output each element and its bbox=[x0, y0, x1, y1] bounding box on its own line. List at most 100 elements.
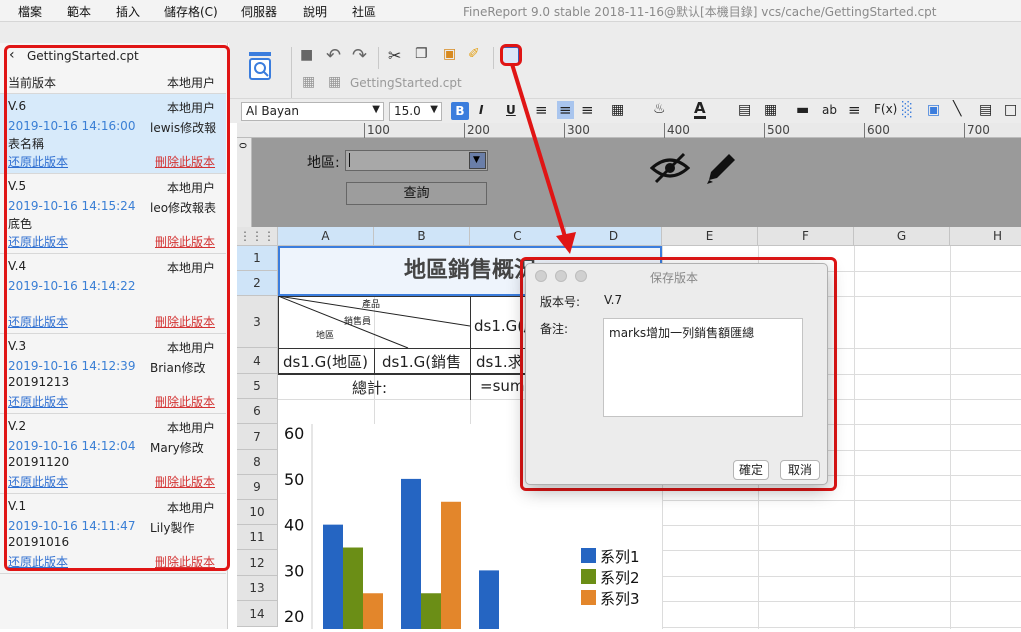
column-header[interactable]: E bbox=[662, 227, 758, 246]
cell-a4[interactable]: ds1.G(地區) bbox=[283, 351, 368, 372]
preview-icon[interactable] bbox=[248, 51, 274, 85]
rich-text-icon[interactable]: ≡ bbox=[848, 101, 861, 119]
ruler-mark: 100 bbox=[367, 123, 390, 137]
row-header[interactable]: 14 bbox=[237, 601, 278, 627]
bar-系列1-3 bbox=[479, 570, 499, 629]
redo-icon[interactable]: ↷ bbox=[352, 45, 367, 66]
insert-row-icon[interactable]: ▬ bbox=[796, 102, 809, 118]
row-header[interactable]: 11 bbox=[237, 525, 278, 550]
row-header[interactable]: 8 bbox=[237, 450, 278, 475]
table-icon[interactable]: ▦ bbox=[764, 102, 777, 118]
diagonal-header-cell[interactable]: 產品 銷售員 地區 bbox=[278, 296, 470, 348]
vertical-ruler-zero: 0 bbox=[236, 142, 248, 149]
diag-product-label: 產品 bbox=[362, 300, 381, 310]
column-header[interactable]: G bbox=[854, 227, 950, 246]
row-header[interactable]: 6 bbox=[237, 399, 278, 424]
row-header[interactable]: 13 bbox=[237, 576, 278, 601]
row-header[interactable]: 2 bbox=[237, 271, 278, 296]
text-cell-icon[interactable]: ab bbox=[822, 103, 837, 117]
ruler-mark: 200 bbox=[467, 123, 490, 137]
menu-insert[interactable]: 插入 bbox=[116, 3, 140, 20]
minimize-window-icon[interactable] bbox=[555, 270, 567, 282]
edit-pencil-icon[interactable] bbox=[703, 150, 737, 186]
slash-icon[interactable]: ╲ bbox=[953, 101, 961, 117]
vertical-ruler: 0 bbox=[237, 138, 252, 227]
cut-icon[interactable]: ✂ bbox=[388, 46, 401, 65]
cell-b4[interactable]: ds1.G(銷售 bbox=[382, 351, 470, 372]
merge-icon[interactable]: ▤ bbox=[738, 102, 751, 118]
y-tick-label: 30 bbox=[284, 561, 304, 580]
menu-server[interactable]: 伺服器 bbox=[241, 3, 277, 20]
combo-dropdown-icon[interactable]: ▼ bbox=[469, 152, 486, 169]
bold-icon[interactable]: B bbox=[451, 102, 469, 120]
cell-c4[interactable]: ds1.求 bbox=[476, 351, 523, 372]
save-version-dialog: 保存版本 版本号: V.7 备注: marks增加一列銷售額匯總 確定 取消 bbox=[525, 263, 828, 485]
menu-template[interactable]: 範本 bbox=[67, 3, 91, 20]
border-icon[interactable]: ▦ bbox=[611, 102, 624, 118]
frame-icon[interactable]: □ bbox=[1004, 102, 1017, 118]
ruler-mark: 700 bbox=[967, 123, 990, 137]
region-combo[interactable]: ▼ bbox=[345, 150, 488, 171]
query-button[interactable]: 查詢 bbox=[346, 182, 487, 205]
legend-label: 系列1 bbox=[600, 548, 640, 566]
chevron-down-icon: ▼ bbox=[372, 104, 380, 115]
template-tab[interactable]: GettingStarted.cpt bbox=[350, 76, 462, 90]
close-window-icon[interactable] bbox=[535, 270, 547, 282]
cell-total-label[interactable]: 總計: bbox=[352, 377, 387, 398]
bar-系列3-1 bbox=[363, 593, 383, 629]
diag-region-label: 地區 bbox=[316, 331, 335, 341]
row-header[interactable]: 9 bbox=[237, 475, 278, 500]
y-tick-label: 60 bbox=[284, 424, 304, 443]
font-size-value: 15.0 bbox=[394, 104, 421, 118]
format-brush-icon[interactable]: ✐ bbox=[468, 46, 480, 62]
font-color-icon[interactable]: A bbox=[694, 100, 706, 119]
legend-label: 系列3 bbox=[600, 590, 640, 608]
fill-color-icon[interactable]: ♨ bbox=[653, 101, 666, 117]
y-tick-label: 50 bbox=[284, 470, 304, 489]
italic-icon[interactable]: I bbox=[479, 103, 483, 117]
row-header[interactable]: 10 bbox=[237, 500, 278, 525]
ruler: 100 200 300 400 500 600 700 bbox=[237, 123, 1021, 138]
row-header[interactable]: 3 bbox=[237, 296, 278, 348]
row-header[interactable]: 7 bbox=[237, 424, 278, 450]
region-label: 地區: bbox=[307, 155, 340, 171]
bar-系列3-2 bbox=[441, 501, 461, 629]
save-icon[interactable]: ■ bbox=[300, 47, 313, 63]
window-title: FineReport 9.0 stable 2018-11-16@默认[本機目錄… bbox=[463, 5, 937, 19]
menu-community[interactable]: 社區 bbox=[352, 3, 376, 20]
chart-icon[interactable]: ░ bbox=[902, 102, 913, 118]
font-select[interactable]: Al Bayan ▼ bbox=[241, 102, 384, 121]
column-header[interactable]: F bbox=[758, 227, 854, 246]
select-all-corner[interactable]: ⋮⋮⋮ bbox=[237, 227, 278, 246]
sub-report-icon[interactable]: ▤ bbox=[979, 102, 992, 118]
cell-c5[interactable]: =sum bbox=[480, 377, 525, 395]
column-header[interactable]: B bbox=[374, 227, 470, 246]
y-tick-label: 20 bbox=[284, 607, 304, 626]
dialog-title: 保存版本 bbox=[650, 271, 699, 285]
menu-cell[interactable]: 儲存格(C) bbox=[164, 3, 218, 20]
column-header[interactable]: H bbox=[950, 227, 1021, 246]
image-icon[interactable]: ▣ bbox=[927, 102, 940, 118]
grid-line bbox=[950, 246, 951, 629]
zoom-window-icon[interactable] bbox=[575, 270, 587, 282]
undo-icon[interactable]: ↶ bbox=[326, 45, 341, 66]
cancel-button[interactable]: 取消 bbox=[780, 460, 820, 480]
grid-sheet-icon: ▦ bbox=[302, 74, 316, 90]
formula-icon[interactable]: F(x) bbox=[874, 102, 897, 116]
confirm-button[interactable]: 確定 bbox=[733, 460, 769, 480]
note-textarea[interactable]: marks增加一列銷售額匯總 bbox=[603, 318, 803, 417]
column-header[interactable]: A bbox=[278, 227, 374, 246]
font-size-select[interactable]: 15.0 ▼ bbox=[389, 102, 442, 121]
row-header[interactable]: 1 bbox=[237, 246, 278, 271]
row-header[interactable]: 5 bbox=[237, 374, 278, 399]
menu-file[interactable]: 檔案 bbox=[18, 3, 42, 20]
row-header[interactable]: 12 bbox=[237, 550, 278, 576]
hide-eye-icon[interactable] bbox=[649, 150, 691, 186]
row-header[interactable]: 4 bbox=[237, 348, 278, 374]
ruler-tick bbox=[864, 123, 865, 138]
diag-sales-label: 銷售員 bbox=[344, 317, 372, 327]
menu-help[interactable]: 說明 bbox=[303, 3, 327, 20]
copy-icon[interactable]: ❐ bbox=[415, 46, 428, 62]
paste-icon[interactable]: ▣ bbox=[443, 46, 456, 62]
ruler-mark: 600 bbox=[867, 123, 890, 137]
